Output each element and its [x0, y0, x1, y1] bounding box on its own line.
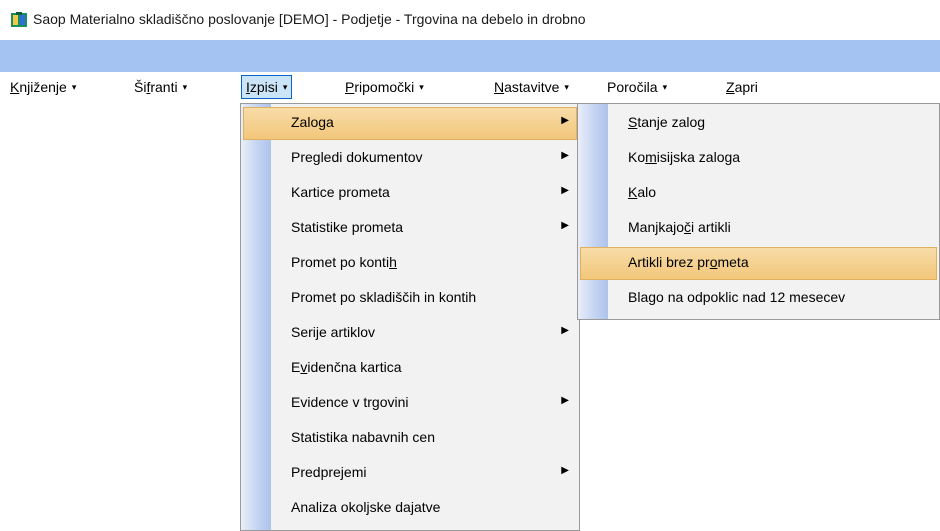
submenu-item-stanje-zalog[interactable]: Stanje zalog [578, 106, 939, 141]
chevron-down-icon: ▾ [282, 82, 288, 92]
menu-item-statistika-nabavnih-cen[interactable]: Statistika nabavnih cen [241, 421, 579, 456]
menu-item-analiza-okoljske-dajatve[interactable]: Analiza okoljske dajatve [241, 491, 579, 526]
submenu-item-kalo[interactable]: Kalo [578, 176, 939, 211]
menu-item-predprejemi[interactable]: Predprejemi ▶ [241, 456, 579, 491]
submenu-arrow-icon: ▶ [561, 395, 569, 406]
menu-izpisi[interactable]: Izpisi ▾ [241, 75, 293, 99]
window-title: Saop Materialno skladiščno poslovanje [D… [33, 11, 586, 27]
menu-band [0, 40, 940, 72]
chevron-down-icon: ▾ [564, 82, 569, 92]
menu-item-statistike-prometa[interactable]: Statistike prometa ▶ [241, 211, 579, 246]
menu-item-pregledi-dokumentov[interactable]: Pregledi dokumentov ▶ [241, 141, 579, 176]
menu-item-promet-po-skladiscih[interactable]: Promet po skladiščih in kontih [241, 281, 579, 316]
menu-item-kartice-prometa[interactable]: Kartice prometa ▶ [241, 176, 579, 211]
submenu-item-komisijska-zaloga[interactable]: Komisijska zaloga [578, 141, 939, 176]
menu-sifranti[interactable]: Šifranti ▾ [130, 76, 191, 98]
menu-item-serije-artiklov[interactable]: Serije artiklov ▶ [241, 316, 579, 351]
menu-item-promet-po-kontih[interactable]: Promet po kontih [241, 246, 579, 281]
submenu-arrow-icon: ▶ [561, 185, 569, 196]
zaloga-submenu: Stanje zalog Komisijska zaloga Kalo Manj… [577, 103, 940, 320]
menu-zapri[interactable]: Zapri [722, 76, 762, 98]
chevron-down-icon: ▾ [662, 82, 668, 92]
app-icon [11, 12, 27, 27]
submenu-item-blago-na-odpoklic[interactable]: Blago na odpoklic nad 12 mesecev [578, 281, 939, 316]
chevron-down-icon: ▾ [182, 82, 188, 92]
menu-item-evidence-v-trgovini[interactable]: Evidence v trgovini ▶ [241, 386, 579, 421]
submenu-arrow-icon: ▶ [561, 115, 569, 126]
submenu-item-manjkajoci-artikli[interactable]: Manjkajoči artikli [578, 211, 939, 246]
submenu-arrow-icon: ▶ [561, 150, 569, 161]
menu-item-evidencna-kartica[interactable]: Evidenčna kartica [241, 351, 579, 386]
submenu-item-artikli-brez-prometa[interactable]: Artikli brez prometa [578, 246, 939, 281]
izpisi-dropdown: Zaloga ▶ Pregledi dokumentov ▶ Kartice p… [240, 103, 580, 531]
submenu-arrow-icon: ▶ [561, 220, 569, 231]
submenu-arrow-icon: ▶ [561, 465, 569, 476]
menu-pripomocki[interactable]: Pripomočki ▾ [341, 76, 428, 98]
menu-item-zaloga[interactable]: Zaloga ▶ [241, 106, 579, 141]
chevron-down-icon: ▾ [71, 82, 77, 92]
submenu-arrow-icon: ▶ [561, 325, 569, 336]
menu-nastavitve[interactable]: Nastavitve ▾ [490, 76, 573, 98]
menu-knjizenje[interactable]: Knjiženje ▾ [6, 76, 80, 98]
menu-porocila[interactable]: Poročila ▾ [603, 76, 671, 98]
title-bar: Saop Materialno skladiščno poslovanje [D… [0, 0, 940, 40]
chevron-down-icon: ▾ [419, 82, 424, 92]
menu-bar: Knjiženje ▾ Šifranti ▾ Izpisi ▾ Pripomočki ▾… [0, 72, 940, 102]
